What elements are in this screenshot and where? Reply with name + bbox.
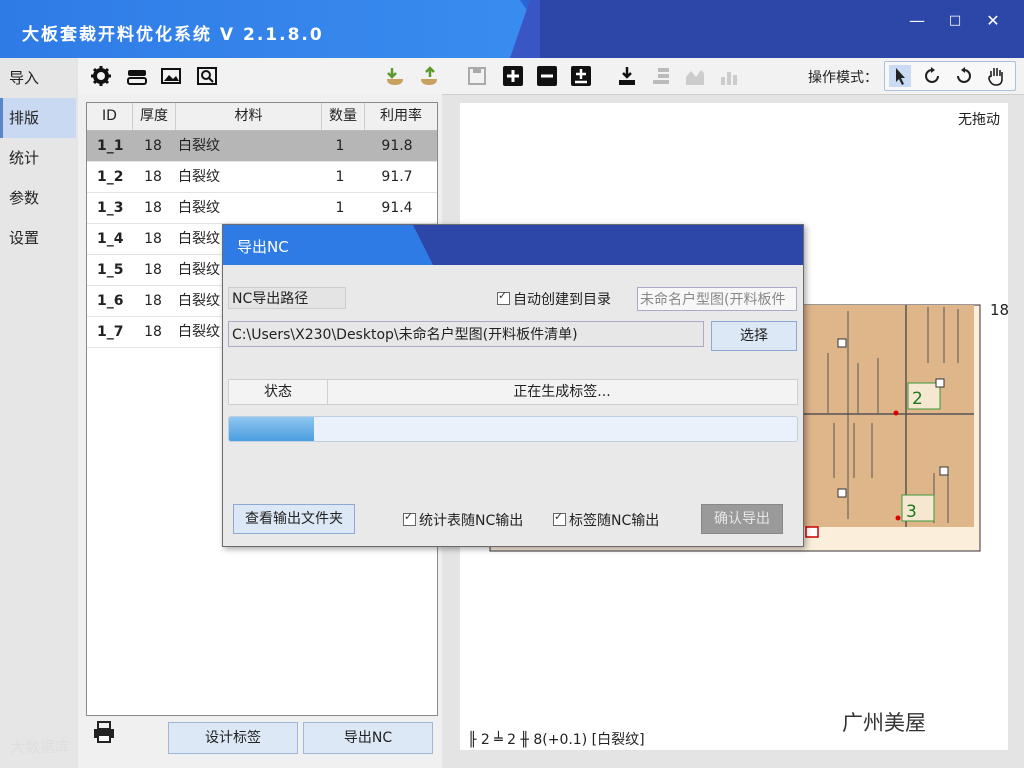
printer-icon[interactable] [92,720,116,744]
part-label-3: 3 [906,502,917,522]
add-icon[interactable] [502,65,524,87]
progress-fill [229,417,315,441]
header-quantity[interactable]: 数量 [322,103,365,130]
nav-item-parameters[interactable]: 参数 [0,178,76,218]
nc-path-label: NC导出路径 [228,287,346,309]
part-label-2: 2 [912,389,923,409]
cell-id: 1_3 [97,200,124,216]
cell-utilization: 91.4 [381,200,413,216]
stats-with-nc-label: 统计表随NC输出 [419,513,524,529]
pointer-icon[interactable] [889,65,911,87]
select-path-button[interactable]: 选择 [711,321,797,351]
cell-quantity: 1 [335,169,345,185]
cell-material: 白裂纹 [178,200,220,216]
close-button[interactable]: ✕ [978,10,1008,32]
sheet-count: 18 [990,301,1010,319]
view-output-folder-button[interactable]: 查看输出文件夹 [233,504,355,534]
mode-label: 操作模式： [808,70,878,86]
toolbar: 操作模式： [78,58,1024,95]
import-right-icon[interactable] [418,65,440,87]
nav-item-statistics[interactable]: 统计 [0,138,76,178]
cell-id: 1_1 [97,138,124,154]
app-title: 大板套裁开料优化系统 V 2.1.8.0 [22,25,324,45]
cell-id: 1_5 [97,262,124,278]
header-utilization[interactable]: 利用率 [365,103,437,130]
cell-material: 白裂纹 [178,169,220,185]
cell-quantity: 1 [335,200,345,216]
cell-thickness: 18 [144,231,162,247]
canvas-status: ╟ 2 ╧ 2 ╫ 8(+0.1) [白裂纹] [468,732,645,748]
cell-thickness: 18 [144,169,162,185]
cell-thickness: 18 [144,293,162,309]
nc-path-input[interactable]: C:\Users\X230\Desktop\未命名户型图(开料板件清单) [228,321,704,347]
stack-icon[interactable] [650,65,672,87]
design-label-button[interactable]: 设计标签 [168,722,298,754]
dialog-title: 导出NC [237,238,289,256]
labels-with-nc-label: 标签随NC输出 [569,513,660,529]
hand-icon[interactable] [985,65,1007,87]
layers-icon[interactable] [126,65,148,87]
cell-id: 1_2 [97,169,124,185]
export-progress-bar [228,416,798,442]
download-icon[interactable] [616,65,638,87]
nav-item-import[interactable]: 导入 [0,58,76,98]
export-nc-button[interactable]: 导出NC [303,722,433,754]
export-nc-dialog: 导出NC NC导出路径 自动创建到目录 未命名户型图(开料板件 C:\Users… [222,224,804,547]
refresh-icon[interactable] [953,65,975,87]
image-icon[interactable] [160,65,182,87]
checkbox-checked-icon[interactable] [553,510,566,526]
header-id[interactable]: ID [87,103,133,130]
folder-name-input[interactable]: 未命名户型图(开料板件 [637,287,797,311]
title-bar: 大板套裁开料优化系统 V 2.1.8.0 — □ ✕ [0,0,1024,58]
save-icon[interactable] [466,65,488,87]
cell-id: 1_4 [97,231,124,247]
left-navigation: 导入 排版 统计 参数 设置 [0,58,76,768]
status-label: 状态 [229,380,328,404]
scan-icon[interactable] [196,65,218,87]
minimize-button[interactable]: — [902,10,932,32]
chart-icon[interactable] [684,65,706,87]
header-material[interactable]: 材料 [176,103,322,130]
cell-quantity: 1 [335,138,345,154]
watermark: 广州美屋 [842,711,926,735]
header-thickness[interactable]: 厚度 [133,103,176,130]
mode-selector [884,61,1016,91]
cell-thickness: 18 [144,138,162,154]
nav-item-settings[interactable]: 设置 [0,218,76,258]
table-row[interactable]: 1_1 18 白裂纹 1 91.8 [87,131,437,162]
cell-utilization: 91.7 [381,169,413,185]
remove-icon[interactable] [536,65,558,87]
table-header: ID 厚度 材料 数量 利用率 [87,103,437,131]
maximize-button[interactable]: □ [940,10,970,32]
status-row: 状态 正在生成标签... [228,379,798,405]
add-sheet-icon[interactable] [570,65,592,87]
status-value: 正在生成标签... [513,384,611,400]
chart-alt-icon[interactable] [718,65,740,87]
import-left-icon[interactable] [384,65,406,87]
checkbox-checked-icon[interactable] [497,289,510,305]
nav-item-layout[interactable]: 排版 [0,98,76,138]
corner-watermark: 大数据库 [10,738,71,756]
table-row[interactable]: 1_2 18 白裂纹 1 91.7 [87,162,437,193]
cell-material: 白裂纹 [178,138,220,154]
labels-with-nc-checkbox[interactable]: 标签随NC输出 [553,510,659,530]
cell-thickness: 18 [144,200,162,216]
rotate-icon[interactable] [921,65,943,87]
cell-id: 1_6 [97,293,124,309]
cell-id: 1_7 [97,324,124,340]
drag-status: 无拖动 [958,112,1000,128]
auto-create-label: 自动创建到目录 [513,292,611,308]
checkbox-checked-icon[interactable] [403,510,416,526]
cell-utilization: 91.8 [381,138,413,154]
gear-icon[interactable] [90,65,112,87]
cell-thickness: 18 [144,262,162,278]
confirm-export-button[interactable]: 确认导出 [701,504,783,534]
dialog-title-bar[interactable]: 导出NC [223,225,803,265]
auto-create-checkbox[interactable]: 自动创建到目录 [497,289,611,309]
cell-thickness: 18 [144,324,162,340]
table-row[interactable]: 1_3 18 白裂纹 1 91.4 [87,193,437,224]
stats-with-nc-checkbox[interactable]: 统计表随NC输出 [403,510,523,530]
